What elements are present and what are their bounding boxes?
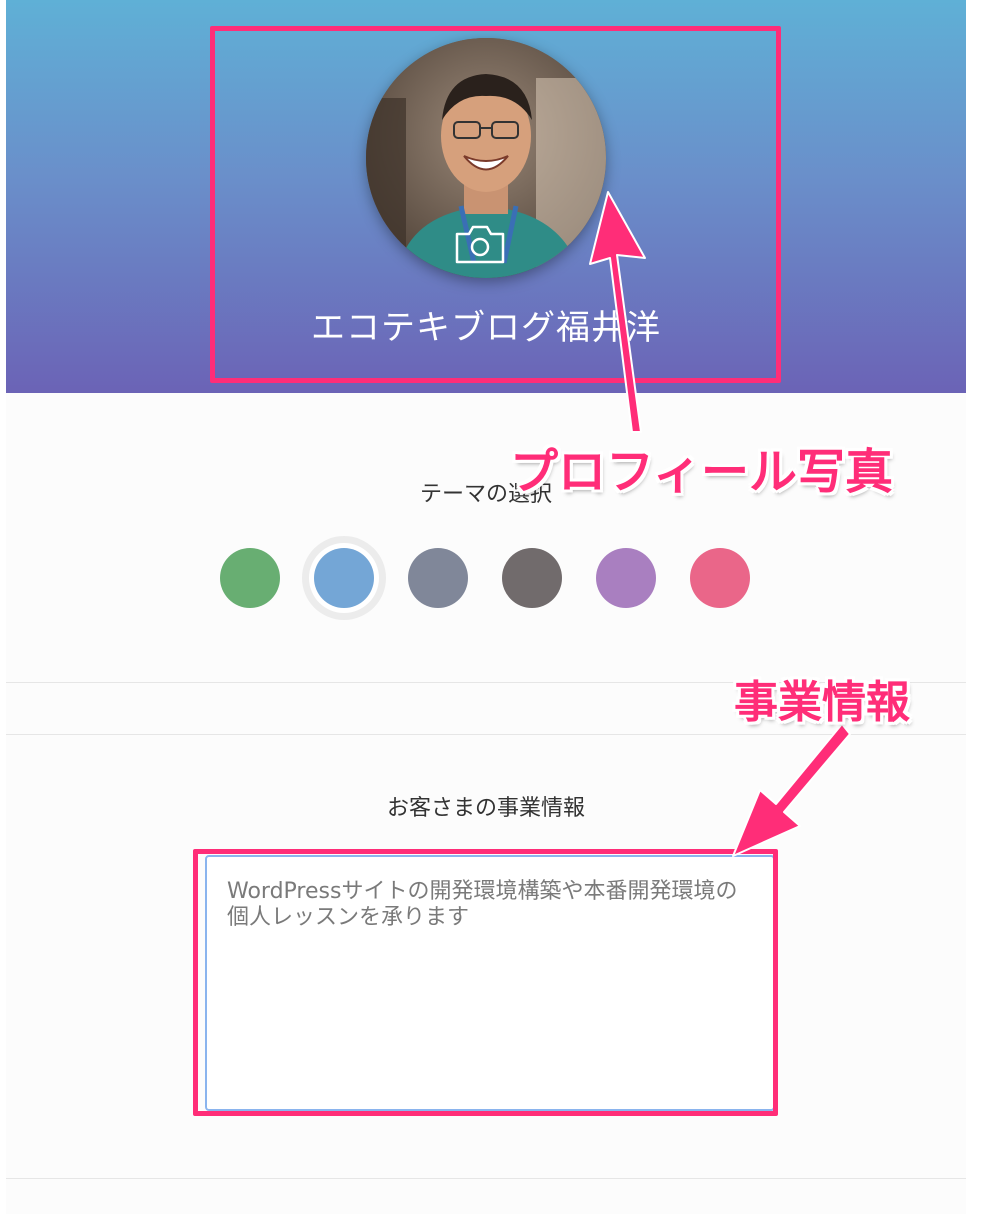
section-divider [6, 1178, 966, 1179]
profile-highlight-box [210, 26, 781, 383]
theme-swatch-blue[interactable] [314, 548, 374, 608]
theme-swatch-gray[interactable] [408, 548, 468, 608]
page: エコテキブログ福井洋 テーマの選択 お客さまの事業情報 プロフィール写真 事業 [0, 0, 984, 1214]
theme-swatch-green[interactable] [220, 548, 280, 608]
right-gutter [966, 0, 984, 1214]
business-highlight-box [193, 849, 778, 1116]
business-info-title: お客さまの事業情報 [386, 796, 585, 821]
theme-swatch-pink[interactable] [690, 548, 750, 608]
profile-photo-callout: プロフィール写真 [510, 444, 894, 500]
theme-swatch-purple[interactable] [596, 548, 656, 608]
business-info-callout: 事業情報 [734, 677, 910, 728]
theme-swatch-dark-gray[interactable] [502, 548, 562, 608]
section-divider [6, 734, 966, 735]
